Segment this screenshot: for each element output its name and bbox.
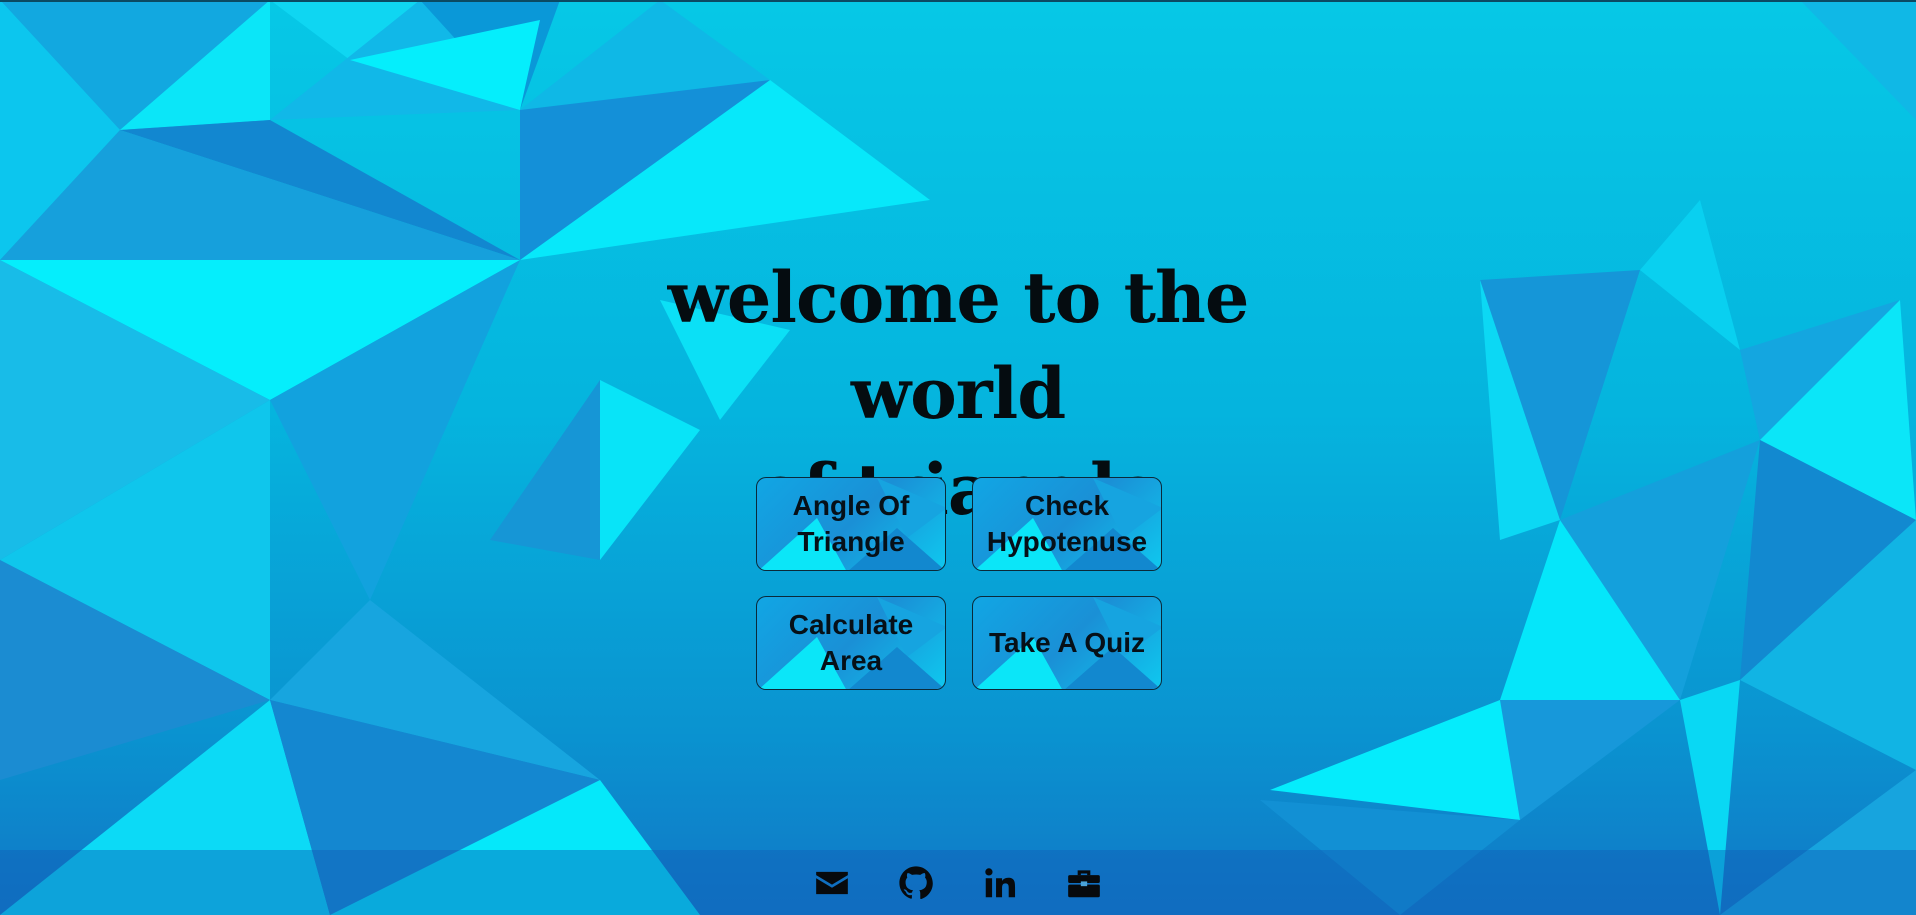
github-icon	[899, 865, 933, 899]
check-hypotenuse-button[interactable]: Check Hypotenuse	[972, 477, 1162, 571]
mail-icon	[816, 871, 848, 894]
calculate-area-button[interactable]: Calculate Area	[756, 596, 946, 690]
linkedin-link[interactable]	[981, 864, 1019, 902]
mail-link[interactable]	[813, 864, 851, 902]
title-line-1: welcome to the world	[667, 256, 1250, 435]
calculate-area-label: Calculate Area	[788, 609, 914, 676]
take-a-quiz-label: Take A Quiz	[988, 627, 1146, 658]
take-a-quiz-button[interactable]: Take A Quiz	[972, 596, 1162, 690]
briefcase-icon	[1068, 869, 1100, 897]
portfolio-link[interactable]	[1065, 864, 1103, 902]
angle-of-triangle-label: Angle Of Triangle	[792, 490, 910, 557]
top-border	[0, 0, 1916, 2]
linkedin-icon	[985, 867, 1016, 897]
footer	[0, 850, 1916, 915]
angle-of-triangle-button[interactable]: Angle Of Triangle	[756, 477, 946, 571]
action-buttons: Angle Of Triangle Check Hypotenuse Calcu…	[756, 477, 1164, 690]
check-hypotenuse-label: Check Hypotenuse	[986, 490, 1148, 557]
github-link[interactable]	[897, 864, 935, 902]
